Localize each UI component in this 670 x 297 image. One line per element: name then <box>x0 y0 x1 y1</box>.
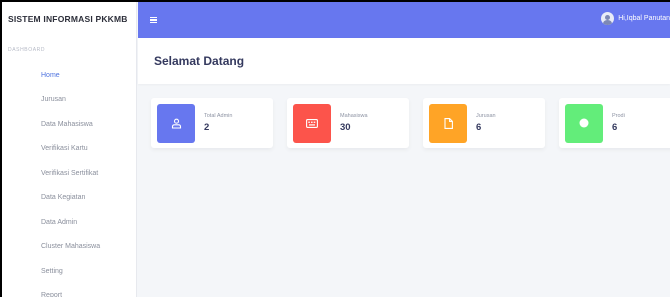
stat-value: 30 <box>340 122 351 133</box>
sidebar-item-jurusan[interactable]: Jurusan <box>2 88 136 113</box>
stat-card-total-admin: Total Admin 2 <box>151 98 273 148</box>
sidebar-item-verifikasi-kartu[interactable]: Verifikasi Kartu <box>2 137 136 162</box>
sidebar-item-verifikasi-sertifikat[interactable]: Verifikasi Sertifikat <box>2 161 136 186</box>
stat-card-prodi: Prodi 6 <box>559 98 670 148</box>
file-icon <box>429 103 467 143</box>
avatar[interactable] <box>601 12 615 25</box>
brand-title: SISTEM INFORMASI PKKMB <box>8 14 128 24</box>
stat-value: 6 <box>476 122 482 133</box>
stat-value: 2 <box>204 122 210 133</box>
sidebar-item-data-kegiatan[interactable]: Data Kegiatan <box>2 186 136 211</box>
circle-icon <box>565 103 603 143</box>
sidebar: SISTEM INFORMASI PKKMB DASHBOARD Home Ju… <box>2 2 137 297</box>
user-name[interactable]: Hi,Iqbal Panutan <box>618 15 670 22</box>
sidebar-nav: Home Jurusan Data Mahasiswa Verifikasi K… <box>2 63 136 297</box>
top-navbar: Hi,Iqbal Panutan <box>138 2 670 38</box>
stat-label: Mahasiswa <box>340 113 368 119</box>
sidebar-item-report[interactable]: Report <box>2 284 136 297</box>
sidebar-item-home[interactable]: Home <box>2 63 136 88</box>
user-icon <box>157 103 195 143</box>
stat-card-mahasiswa: Mahasiswa 30 <box>287 98 409 148</box>
stats-cards: Total Admin 2 Mahasiswa 30 Jurusan 6 Pro… <box>151 98 670 148</box>
user-menu[interactable]: Hi,Iqbal Panutan <box>601 12 670 25</box>
sidebar-item-data-mahasiswa[interactable]: Data Mahasiswa <box>2 112 136 137</box>
id-card-icon <box>293 103 331 143</box>
stat-label: Prodi <box>612 113 625 119</box>
stat-value: 6 <box>612 122 618 133</box>
app-window: SISTEM INFORMASI PKKMB DASHBOARD Home Ju… <box>0 0 670 297</box>
page-title: Selamat Datang <box>154 54 245 68</box>
sidebar-item-cluster-mahasiswa[interactable]: Cluster Mahasiswa <box>2 235 136 260</box>
menu-toggle-icon[interactable] <box>150 16 166 24</box>
stat-label: Total Admin <box>204 113 233 119</box>
stat-card-jurusan: Jurusan 6 <box>423 98 545 148</box>
sidebar-item-setting[interactable]: Setting <box>2 259 136 284</box>
stat-label: Jurusan <box>476 113 496 119</box>
page-header: Selamat Datang <box>138 38 670 84</box>
sidebar-section-label: DASHBOARD <box>8 47 46 53</box>
sidebar-item-data-admin[interactable]: Data Admin <box>2 210 136 235</box>
